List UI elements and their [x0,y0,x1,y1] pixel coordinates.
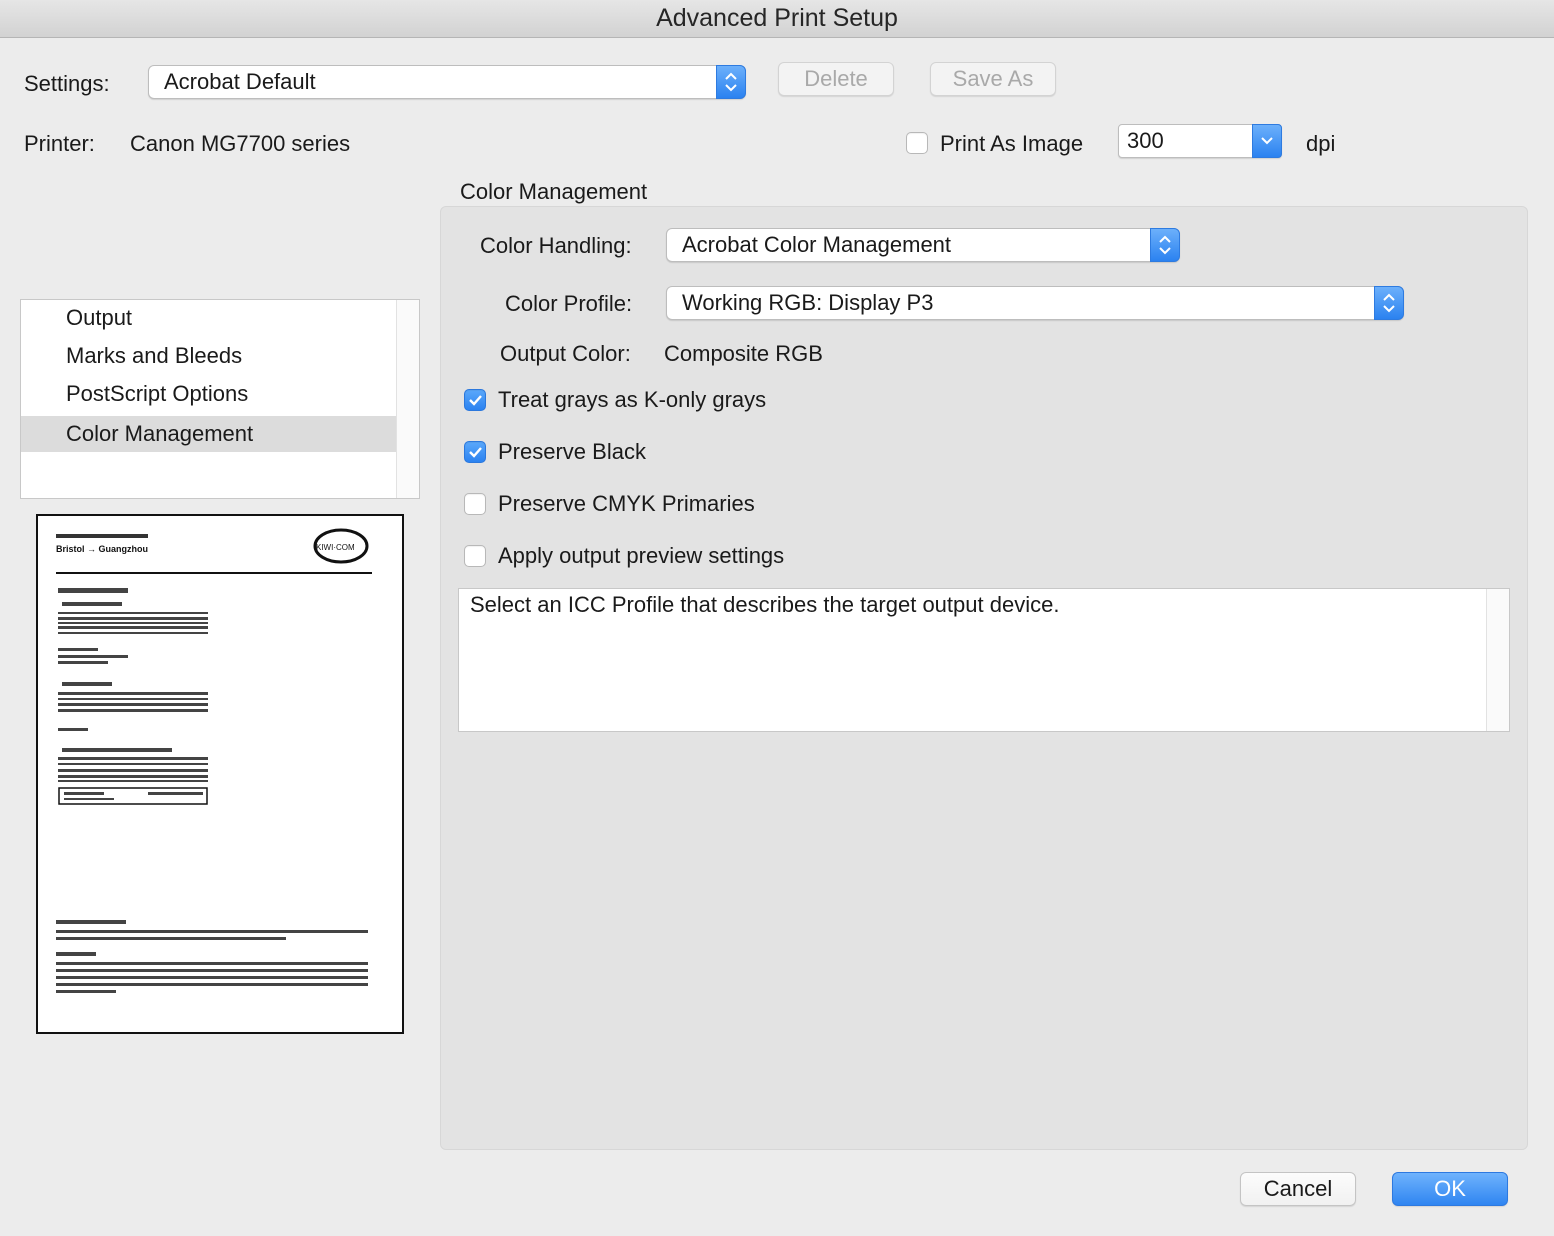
sidebar-item-color-management[interactable]: Color Management [21,416,396,452]
color-profile-popup[interactable]: Working RGB: Display P3 [666,286,1404,320]
sidebar-item-label: Output [66,305,133,330]
treat-grays-label: Treat grays as K-only grays [498,387,767,412]
color-handling-label: Color Handling: [480,233,632,258]
chevron-down-icon[interactable] [1252,124,1282,158]
print-as-image-label: Print As Image [940,131,1084,156]
preserve-black-checkbox[interactable] [464,441,486,463]
description-text: Select an ICC Profile that describes the… [470,592,1060,617]
output-color-label: Output Color: [500,341,631,366]
preserve-cmyk-label: Preserve CMYK Primaries [498,491,755,516]
checkmark-icon [469,395,482,406]
printer-label: Printer: [24,131,95,156]
category-list[interactable]: Output Marks and Bleeds PostScript Optio… [20,299,420,499]
color-handling-value: Acrobat Color Management [682,232,952,257]
settings-value: Acrobat Default [164,69,316,94]
updown-chevron-icon [1374,286,1404,320]
output-color-value: Composite RGB [664,341,823,366]
sidebar-item-label: PostScript Options [66,381,249,406]
color-profile-value: Working RGB: Display P3 [682,290,934,315]
sidebar-item-label: Marks and Bleeds [66,343,243,368]
printer-name: Canon MG7700 series [130,131,351,156]
apply-output-preview-checkbox[interactable] [464,545,486,567]
description-scrollbar[interactable] [1486,589,1509,731]
preview-logo-text: KIWI·COM [316,543,355,552]
checkmark-icon [469,447,482,458]
window-titlebar: Advanced Print Setup [0,0,1554,38]
page-preview: Bristol → Guangzhou KIWI·COM [36,514,404,1034]
updown-chevron-icon [1150,228,1180,262]
document-thumbnail: Bristol → Guangzhou KIWI·COM [56,528,372,993]
preserve-black-label: Preserve Black [498,439,646,464]
preserve-cmyk-checkbox[interactable] [464,493,486,515]
section-title: Color Management [460,179,648,204]
window-title: Advanced Print Setup [656,4,898,32]
color-handling-popup[interactable]: Acrobat Color Management [666,228,1180,262]
treat-grays-checkbox[interactable] [464,389,486,411]
cancel-button[interactable]: Cancel [1240,1172,1356,1206]
sidebar-item-postscript-options[interactable]: PostScript Options [21,376,396,412]
sidebar-item-output[interactable]: Output [21,300,396,336]
dpi-unit-label: dpi [1306,131,1336,156]
settings-popup[interactable]: Acrobat Default [148,65,746,99]
dpi-value: 300 [1127,128,1164,153]
apply-output-preview-label: Apply output preview settings [498,543,785,568]
settings-label: Settings: [24,71,110,96]
color-profile-label: Color Profile: [505,291,633,316]
preview-route-text: Bristol → Guangzhou [56,544,148,554]
delete-button[interactable]: Delete [778,62,894,96]
description-box: Select an ICC Profile that describes the… [458,588,1510,732]
sidebar-item-marks-and-bleeds[interactable]: Marks and Bleeds [21,338,396,374]
save-as-button[interactable]: Save As [930,62,1056,96]
list-scrollbar[interactable] [396,300,419,498]
sidebar-item-label: Color Management [66,421,254,446]
ok-button[interactable]: OK [1392,1172,1508,1206]
print-as-image-checkbox[interactable] [906,132,928,154]
dpi-combobox[interactable]: 300 [1118,124,1282,158]
updown-chevron-icon [716,65,746,99]
